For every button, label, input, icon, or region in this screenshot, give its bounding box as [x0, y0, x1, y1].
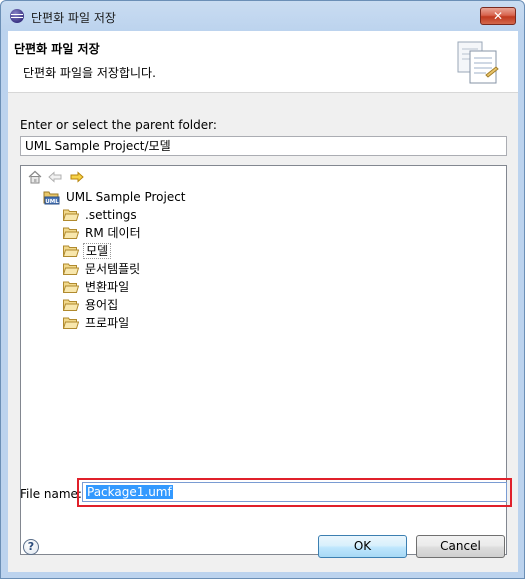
cancel-button[interactable]: Cancel: [416, 535, 505, 558]
file-name-label: File name:: [20, 487, 82, 501]
tree-project-node[interactable]: UML UML Sample Project: [43, 188, 188, 206]
folder-label: 문서템플릿: [85, 262, 141, 276]
eclipse-app-icon: [10, 9, 24, 23]
help-icon[interactable]: ?: [23, 539, 39, 555]
folder-icon: [63, 317, 79, 329]
project-label: UML Sample Project: [66, 190, 186, 204]
folder-label: 용어집: [85, 298, 119, 312]
folder-icon: [63, 227, 79, 239]
header-title: 단편화 파일 저장: [14, 42, 100, 56]
wizard-header: 단편화 파일 저장 단편화 파일을 저장합니다.: [8, 31, 518, 93]
folder-label: 모델: [83, 243, 112, 259]
dialog-body: Enter or select the parent folder: UML S…: [8, 93, 518, 572]
folder-label: RM 데이터: [85, 226, 141, 240]
tree-folder-node[interactable]: 프로파일: [63, 314, 131, 332]
close-button[interactable]: ✕: [480, 7, 516, 25]
file-name-input[interactable]: Package1.umf: [82, 482, 507, 502]
tree-folder-node[interactable]: 변환파일: [63, 278, 131, 296]
folder-icon: [63, 281, 79, 293]
folder-label: 프로파일: [85, 316, 130, 330]
ok-button[interactable]: OK: [318, 535, 407, 558]
folder-label: 변환파일: [85, 280, 130, 294]
folder-icon: [63, 299, 79, 311]
folder-icon: [63, 245, 79, 257]
svg-text:UML: UML: [45, 199, 59, 205]
folder-icon: [63, 263, 79, 275]
tree-folder-node[interactable]: .settings: [63, 206, 139, 224]
parent-folder-label: Enter or select the parent folder:: [20, 118, 217, 132]
home-icon[interactable]: [28, 170, 42, 184]
uml-project-icon: UML: [43, 191, 60, 205]
folder-label: .settings: [85, 208, 137, 222]
parent-folder-input[interactable]: UML Sample Project/모델: [20, 136, 507, 156]
back-arrow-icon[interactable]: [48, 170, 62, 184]
title-bar[interactable]: 단편화 파일 저장 ✕: [1, 1, 524, 31]
save-file-wizard-icon: [457, 41, 499, 84]
tree-folder-node[interactable]: 용어집: [63, 296, 120, 314]
tree-toolbar: [21, 166, 506, 188]
tree-folder-node-selected[interactable]: 모델: [63, 242, 112, 260]
tree-folder-node[interactable]: 문서템플릿: [63, 260, 142, 278]
tree-folder-node[interactable]: RM 데이터: [63, 224, 143, 242]
header-description: 단편화 파일을 저장합니다.: [23, 66, 156, 80]
folder-icon: [63, 209, 79, 221]
dialog-window: 단편화 파일 저장 ✕ 단편화 파일 저장 단편화 파일을 저장합니다. Ent…: [0, 0, 525, 579]
forward-arrow-icon[interactable]: [70, 170, 84, 184]
window-title: 단편화 파일 저장: [31, 11, 116, 25]
file-name-value: Package1.umf: [86, 485, 173, 499]
